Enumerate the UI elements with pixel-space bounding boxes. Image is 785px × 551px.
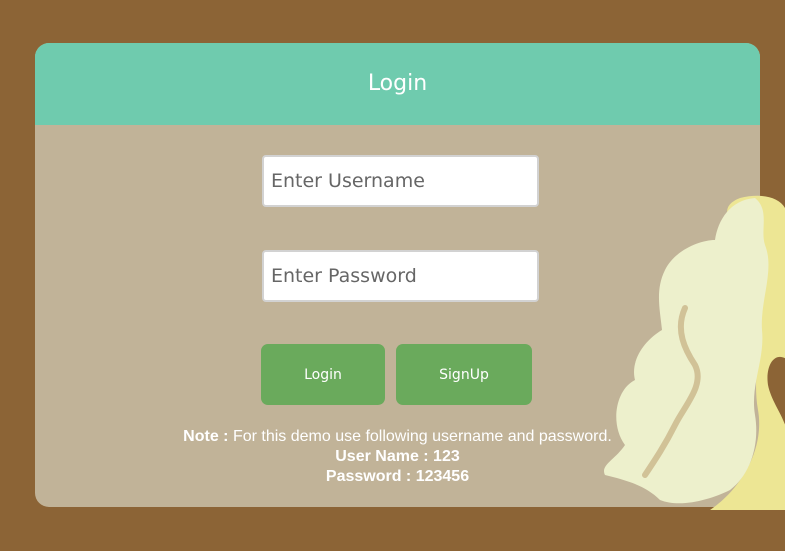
card-header: Login — [35, 43, 760, 125]
username-input[interactable] — [262, 155, 539, 207]
signup-button[interactable]: SignUp — [396, 344, 532, 405]
demo-password-text: Password : 123456 — [325, 468, 470, 485]
note-line: Note : For this demo use following usern… — [35, 427, 760, 447]
page-title: Login — [367, 70, 428, 96]
demo-username: User Name : 123 — [35, 447, 760, 467]
demo-username-text: User Name : 123 — [335, 448, 460, 465]
password-input[interactable] — [262, 250, 539, 302]
demo-password: Password : 123456 — [35, 467, 760, 487]
note-text: For this demo use following username and… — [228, 428, 612, 445]
note-label: Note : — [183, 428, 229, 445]
demo-credentials-note: Note : For this demo use following usern… — [35, 427, 760, 487]
login-button[interactable]: Login — [261, 344, 385, 405]
